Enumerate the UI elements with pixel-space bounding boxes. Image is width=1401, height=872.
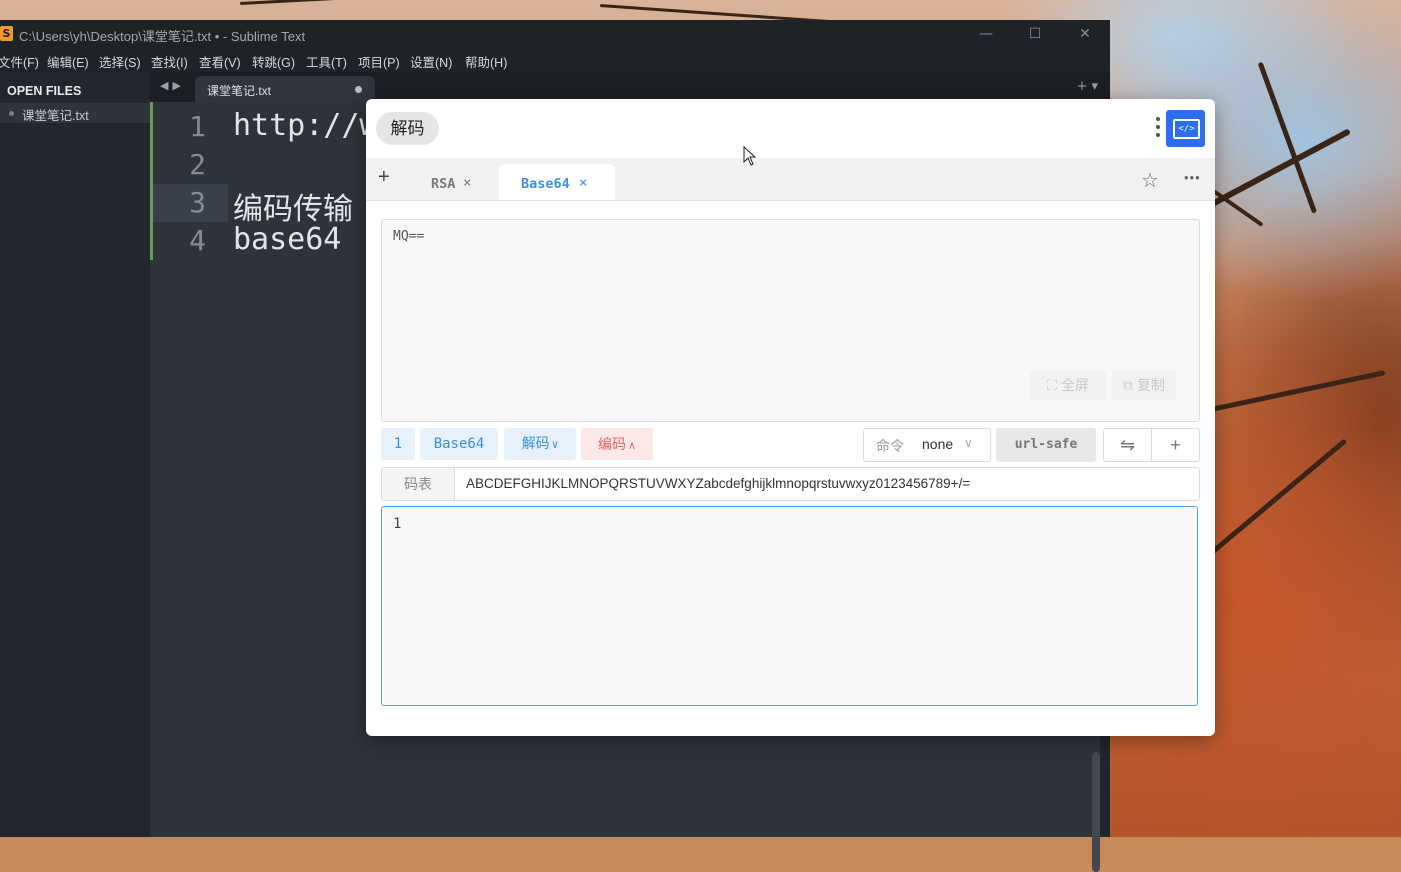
- command-label: 命令: [876, 438, 904, 454]
- menu-file[interactable]: 文件(F): [0, 52, 39, 71]
- modified-gutter-marker: [150, 102, 153, 260]
- unsaved-dot-icon[interactable]: [355, 86, 362, 93]
- tree-branch: [1257, 61, 1318, 214]
- sidebar: OPEN FILES 课堂笔记.txt: [0, 72, 150, 837]
- editor-scrollbar[interactable]: [1092, 752, 1100, 872]
- tab-rsa[interactable]: RSA ×: [421, 164, 491, 200]
- code-screen-icon: </>: [1173, 119, 1200, 139]
- line-number: 3: [189, 186, 206, 219]
- command-select[interactable]: 命令 none ∨: [863, 428, 991, 462]
- fullscreen-button[interactable]: ⛶ 全屏: [1030, 370, 1106, 400]
- tab-base64-label: Base64: [521, 176, 570, 192]
- menu-selection[interactable]: 选择(S): [99, 52, 141, 71]
- menu-find[interactable]: 查找(I): [151, 52, 188, 71]
- codec-tool-window: 解码 </> + RSA × Base64 × ☆ ••• MQ== ⛶ 全屏 …: [366, 99, 1215, 736]
- editor-tab[interactable]: 课堂笔记.txt: [195, 76, 375, 102]
- mode-pill[interactable]: 解码: [376, 112, 439, 145]
- tab-controls-icon[interactable]: + ▾: [1076, 79, 1098, 94]
- alphabet-row: 码表 ABCDEFGHIJKLMNOPQRSTUVWXYZabcdefghijk…: [381, 467, 1200, 501]
- line-number: 2: [189, 148, 206, 181]
- menu-tools[interactable]: 工具(T): [306, 52, 347, 71]
- chevron-down-icon: ∨: [964, 436, 973, 450]
- new-tab-button[interactable]: +: [378, 166, 390, 189]
- alphabet-label: 码表: [382, 468, 455, 500]
- output-value: 1: [393, 516, 402, 532]
- input-textarea[interactable]: MQ== ⛶ 全屏 ⧉ 复制: [381, 219, 1200, 422]
- maximize-button[interactable]: ☐: [1025, 24, 1045, 44]
- title-bar: S C:\Users\yh\Desktop\课堂笔记.txt • - Subli…: [0, 20, 1110, 48]
- tab-nav-arrows-icon[interactable]: ◀▶: [160, 79, 185, 92]
- app-logo-icon[interactable]: </>: [1166, 110, 1205, 147]
- menu-goto[interactable]: 转跳(G): [252, 52, 295, 71]
- swap-button[interactable]: ⇋: [1103, 428, 1152, 462]
- command-value: none: [922, 436, 954, 452]
- url-safe-toggle[interactable]: url-safe: [996, 428, 1096, 462]
- output-textarea[interactable]: 1: [381, 506, 1198, 706]
- code-line[interactable]: base64: [233, 222, 341, 257]
- line-number: 1: [189, 110, 206, 143]
- kebab-menu-icon[interactable]: [1154, 114, 1162, 140]
- algo-button[interactable]: Base64: [420, 428, 498, 460]
- mouse-cursor-icon: [743, 146, 757, 166]
- encode-label: 编码: [597, 436, 626, 452]
- star-icon[interactable]: ☆: [1141, 168, 1159, 193]
- more-icon[interactable]: •••: [1184, 170, 1201, 185]
- menu-bar: 文件(F) 编辑(E) 选择(S) 查找(I) 查看(V) 转跳(G) 工具(T…: [0, 48, 1110, 72]
- close-button[interactable]: ✕: [1075, 24, 1095, 44]
- menu-project[interactable]: 项目(P): [358, 52, 400, 71]
- count-badge[interactable]: 1: [381, 428, 415, 460]
- file-dot-icon: [9, 111, 14, 116]
- decode-button[interactable]: 解码 ∨: [504, 428, 576, 460]
- input-value: MQ==: [393, 229, 425, 244]
- line-number: 4: [189, 224, 206, 257]
- tree-branch: [239, 0, 540, 5]
- copy-button[interactable]: ⧉ 复制: [1112, 370, 1176, 400]
- menu-preferences[interactable]: 设置(N): [410, 52, 452, 71]
- menu-view[interactable]: 查看(V): [199, 52, 241, 71]
- decode-label: 解码: [521, 436, 550, 452]
- open-files-header: OPEN FILES: [7, 84, 82, 98]
- menu-help[interactable]: 帮助(H): [465, 52, 507, 71]
- tab-rsa-label: RSA: [431, 176, 456, 192]
- minimize-button[interactable]: —: [976, 24, 996, 44]
- alphabet-input[interactable]: ABCDEFGHIJKLMNOPQRSTUVWXYZabcdefghijklmn…: [466, 476, 970, 491]
- menu-edit[interactable]: 编辑(E): [47, 52, 89, 71]
- tool-tab-strip: + RSA × Base64 × ☆ •••: [366, 158, 1215, 201]
- window-title: C:\Users\yh\Desktop\课堂笔记.txt • - Sublime…: [19, 29, 306, 44]
- sublime-logo-icon: S: [0, 26, 13, 41]
- tree-branch: [1198, 438, 1348, 565]
- sidebar-file-name: 课堂笔记.txt: [22, 109, 89, 123]
- chevron-down-icon: ∨: [551, 438, 559, 451]
- editor-tab-name: 课堂笔记.txt: [207, 84, 272, 98]
- tab-base64[interactable]: Base64 ×: [499, 164, 615, 200]
- close-tab-icon[interactable]: ×: [579, 175, 587, 191]
- sidebar-file-item[interactable]: 课堂笔记.txt: [0, 103, 150, 123]
- encode-button[interactable]: 编码 ∧: [581, 428, 653, 460]
- close-tab-icon[interactable]: ×: [463, 175, 471, 191]
- chevron-up-icon: ∧: [627, 440, 637, 452]
- add-button[interactable]: +: [1151, 428, 1200, 462]
- code-line[interactable]: http://w: [233, 108, 378, 143]
- editor-tab-bar: ◀▶ 课堂笔记.txt + ▾: [150, 72, 1110, 102]
